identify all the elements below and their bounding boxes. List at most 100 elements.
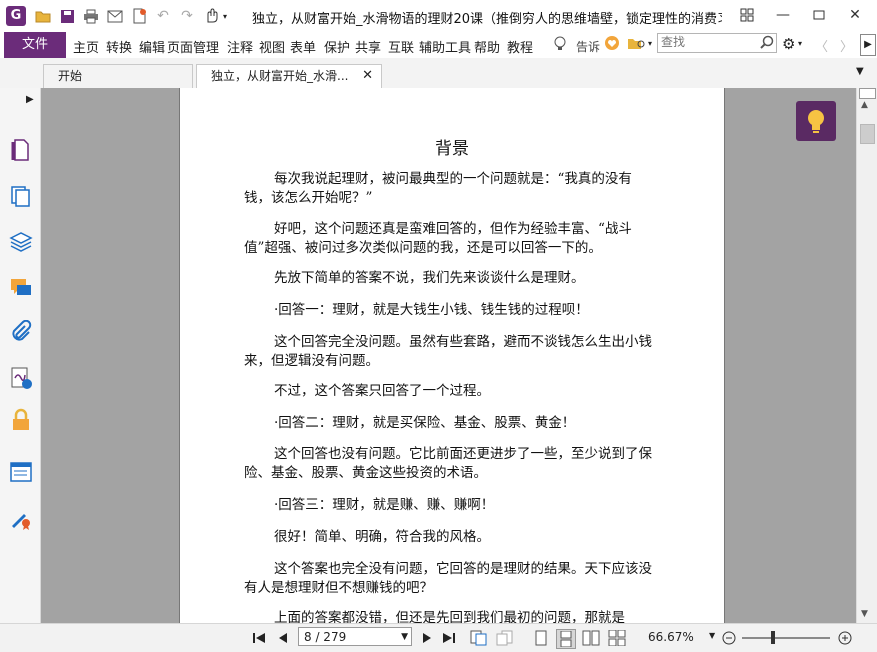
paragraph: 不过，这个答案只回答了一个过程。 [274, 383, 490, 399]
menu-protect[interactable]: 保护 [324, 37, 350, 56]
continuous-view-icon[interactable] [556, 629, 576, 649]
previous-page-icon[interactable] [274, 629, 292, 647]
new-document-icon[interactable] [130, 7, 148, 25]
menu-view[interactable]: 视图 [259, 37, 285, 56]
paragraph: 每次我说起理财，被问最典型的一个问题就是：“我真的没有钱，该怎么开始呢？” [244, 171, 632, 206]
menu-tutorial[interactable]: 教程 [507, 37, 533, 56]
tell-me-label[interactable]: 告诉 [576, 38, 600, 55]
title-bar: G ↶ ↷ ▾ 独立，从财富开始_水滑物语的理财20课（推倒穷人的思维墙壁，锁定… [0, 0, 877, 33]
zoom-slider-track[interactable] [742, 637, 830, 639]
menu-edit[interactable]: 编辑 [139, 37, 165, 56]
settings-dropdown-icon[interactable]: ▾ [798, 39, 802, 48]
tab-document[interactable]: 独立，从财富开始_水滑... ✕ [196, 64, 382, 89]
maximize-icon[interactable] [806, 4, 832, 26]
page-select-dropdown-icon: ▼ [401, 632, 408, 642]
zoom-in-icon[interactable] [836, 629, 854, 647]
page-number-select[interactable]: 8 / 279 ▼ [298, 627, 412, 646]
tab-list-dropdown-icon[interactable]: ▼ [856, 66, 864, 77]
vertical-scrollbar[interactable]: ▲ ▼ [856, 88, 877, 623]
page-heading: 背景 [435, 139, 469, 159]
scroll-thumb[interactable] [860, 124, 875, 144]
file-menu[interactable]: 文件 [4, 32, 66, 58]
paragraph: 这个回答也没有问题。它比前面还更进步了一些，至少说到了保险、基金、股票、黄金这些… [244, 446, 652, 481]
menu-comment[interactable]: 注释 [227, 37, 253, 56]
search-box[interactable] [657, 33, 777, 53]
expand-ribbon-icon[interactable]: ▶ [860, 34, 876, 56]
next-result-icon[interactable]: 〉 [840, 36, 853, 55]
single-page-view-icon[interactable] [532, 629, 550, 647]
next-page-icon[interactable] [418, 629, 436, 647]
layers-icon[interactable] [9, 230, 33, 254]
search-input[interactable] [658, 34, 757, 50]
certificate-icon[interactable] [9, 506, 33, 530]
scroll-up-icon[interactable]: ▲ [861, 100, 868, 110]
paragraph: 这个回答完全没问题。虽然有些套路，避而不谈钱怎么生出小钱来，但逻辑没有问题。 [244, 334, 652, 369]
paragraph: ·回答二：理财，就是买保险、基金、股票、黄金！ [274, 415, 576, 431]
menu-accessibility[interactable]: 辅助工具 [419, 37, 471, 56]
redo-icon[interactable]: ↷ [178, 7, 196, 25]
minimize-icon[interactable]: — [770, 4, 796, 26]
menu-home[interactable]: 主页 [73, 37, 99, 56]
menu-help[interactable]: 帮助 [474, 37, 500, 56]
tab-close-icon[interactable]: ✕ [362, 65, 373, 87]
menu-share[interactable]: 共享 [355, 37, 381, 56]
app-logo[interactable]: G [6, 6, 26, 26]
paragraph: 先放下简单的答案不说，我们先来谈谈什么是理财。 [274, 270, 585, 286]
comments-icon[interactable] [9, 276, 33, 300]
undo-icon[interactable]: ↶ [154, 7, 172, 25]
navigation-panel: ▶ [0, 88, 43, 623]
scroll-down-icon[interactable]: ▼ [861, 609, 868, 619]
find-dropdown-icon[interactable]: ▾ [648, 39, 652, 48]
lightbulb-icon [808, 110, 824, 133]
tab-start[interactable]: 开始 [43, 64, 193, 88]
split-view-icon[interactable] [859, 88, 876, 99]
attachment-icon[interactable] [9, 319, 33, 344]
page-thumbnail-icon[interactable] [9, 138, 33, 162]
open-folder-icon[interactable] [34, 7, 52, 25]
zoom-level[interactable]: 66.67% [648, 630, 694, 644]
email-icon[interactable] [106, 7, 124, 25]
save-icon[interactable] [58, 7, 76, 25]
expand-panel-icon[interactable]: ▶ [26, 94, 34, 105]
continuous-facing-view-icon[interactable] [608, 629, 626, 647]
menu-page-management[interactable]: 页面管理 [167, 37, 219, 56]
facing-view-icon[interactable] [582, 629, 600, 647]
hand-tool-icon[interactable] [202, 7, 220, 25]
document-tab-row: 开始 独立，从财富开始_水滑... ✕ ▼ [0, 58, 877, 89]
previous-view-icon[interactable] [470, 629, 488, 647]
status-bar: 8 / 279 ▼ 66.67% ▼ [0, 623, 877, 652]
paragraph: 上面的答案都没错，但还是先回到我们最初的问题，那就是 [274, 610, 625, 623]
next-view-icon[interactable] [496, 629, 514, 647]
zoom-slider-handle[interactable] [771, 631, 775, 644]
tab-start-label: 开始 [58, 69, 83, 83]
pages-icon[interactable] [9, 184, 33, 208]
last-page-icon[interactable] [440, 629, 458, 647]
paragraph: 很好！简单、明确，符合我的风格。 [274, 529, 490, 545]
zoom-out-icon[interactable] [720, 629, 738, 647]
paragraph: ·回答一：理财，就是大钱生小钱、钱生钱的过程呗！ [274, 302, 589, 318]
tab-document-label: 独立，从财富开始_水滑... [211, 69, 349, 83]
menu-convert[interactable]: 转换 [106, 37, 132, 56]
previous-result-icon[interactable]: 〈 [815, 36, 828, 55]
document-page: 背景 每次我说起理财，被问最典型的一个问题就是：“我真的没有钱，该怎么开始呢？”… [179, 88, 725, 623]
page-number-value: 8 / 279 [304, 630, 347, 644]
search-icon[interactable] [760, 35, 774, 49]
paragraph: 好吧，这个问题还真是蛮难回答的，但作为经验丰富、“战斗值”超强、被问过多次类似问… [244, 221, 632, 256]
lightbulb-icon[interactable] [553, 36, 567, 56]
zoom-dropdown-icon[interactable]: ▼ [709, 631, 715, 640]
menu-form[interactable]: 表单 [290, 37, 316, 56]
form-fields-icon[interactable] [9, 460, 33, 484]
find-in-folder-icon[interactable] [627, 36, 647, 54]
signature-icon[interactable] [9, 366, 33, 390]
customize-dropdown-icon[interactable]: ▾ [220, 7, 230, 25]
tips-lightbulb-button[interactable] [796, 101, 836, 141]
close-window-icon[interactable]: ✕ [842, 4, 868, 26]
menu-connect[interactable]: 互联 [388, 37, 414, 56]
settings-gear-icon[interactable]: ⚙ [782, 35, 795, 53]
document-viewer[interactable]: 背景 每次我说起理财，被问最典型的一个问题就是：“我真的没有钱，该怎么开始呢？”… [41, 88, 856, 623]
layout-icon[interactable] [734, 4, 760, 26]
print-icon[interactable] [82, 7, 100, 25]
security-lock-icon[interactable] [9, 408, 33, 432]
first-page-icon[interactable] [250, 629, 268, 647]
favorite-icon[interactable] [604, 35, 620, 55]
